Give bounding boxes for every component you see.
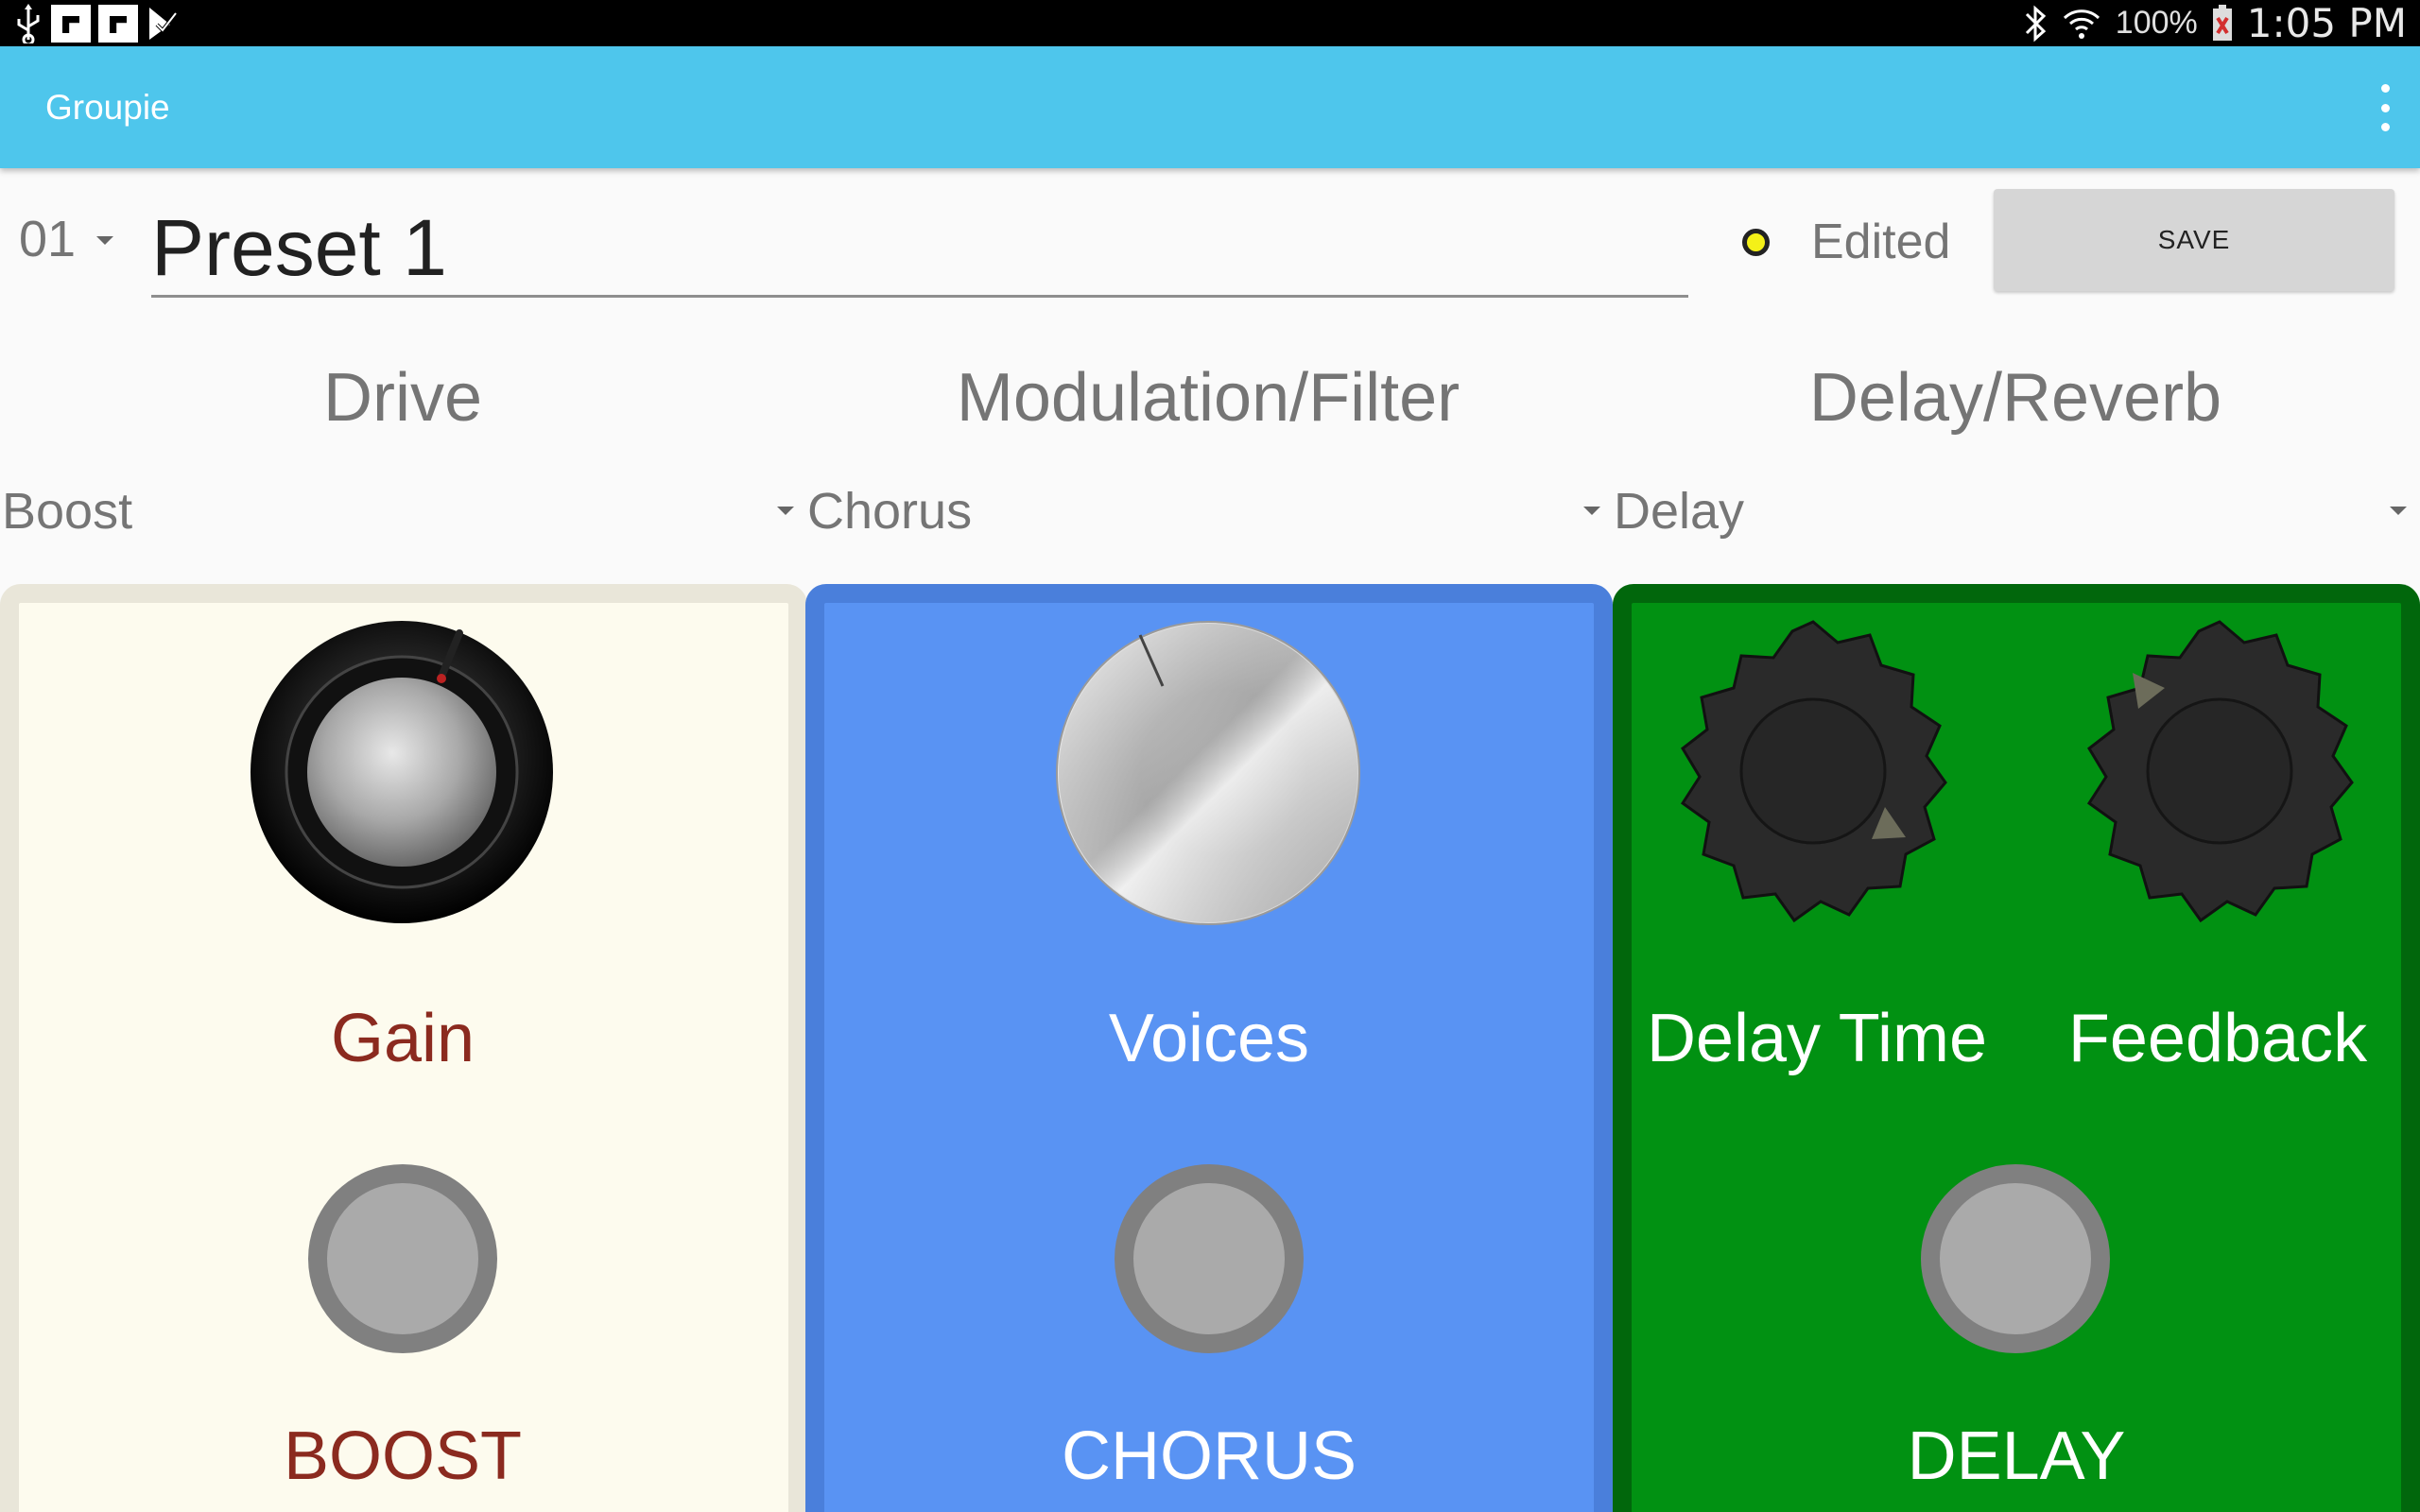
effect-select-value: Delay: [1614, 483, 1745, 540]
preset-name-input[interactable]: Preset 1: [151, 181, 1688, 298]
knob-label-feedback: Feedback: [2067, 1001, 2368, 1076]
knob-label-voices: Voices: [1108, 1001, 1310, 1076]
column-heading-modulation: Modulation/Filter: [956, 360, 1461, 436]
edited-indicator-icon: [1742, 229, 1770, 256]
dropdown-arrow-icon: [2390, 507, 2407, 515]
effect-select-value: Boost: [2, 483, 133, 540]
edited-status: Edited: [1811, 215, 1951, 269]
overflow-menu-icon[interactable]: [2371, 84, 2399, 131]
save-button[interactable]: SAVE: [1994, 189, 2394, 291]
status-bar: 100% 1:05 PM: [0, 0, 2420, 46]
notification-icons: [13, 4, 178, 43]
feedback-knob[interactable]: [2065, 618, 2375, 928]
app-title: Groupie: [45, 88, 170, 127]
gain-knob[interactable]: [250, 620, 554, 924]
wifi-icon: [2063, 9, 2100, 39]
pedal-label-chorus: CHORUS: [1061, 1418, 1357, 1494]
app-notification-icon: [51, 5, 91, 43]
knob-label-delay-time: Delay Time: [1646, 1001, 1988, 1076]
bluetooth-icon: [2025, 5, 2046, 42]
download-done-icon: [149, 8, 178, 40]
pedal-label-boost: BOOST: [283, 1418, 523, 1494]
preset-number: 01: [19, 211, 77, 267]
dropdown-arrow-icon: [777, 507, 794, 515]
app-bar: Groupie: [0, 46, 2420, 168]
chorus-footswitch[interactable]: [1115, 1164, 1304, 1353]
system-icons: 100% 1:05 PM: [2023, 0, 2407, 46]
knob-label-gain: Gain: [330, 1001, 475, 1076]
delay-time-knob[interactable]: [1658, 618, 1968, 928]
column-heading-delay-reverb: Delay/Reverb: [1808, 360, 2222, 436]
column-heading-drive: Drive: [322, 360, 482, 436]
pedal-label-delay: DELAY: [1907, 1418, 2126, 1494]
dropdown-arrow-icon: [1583, 507, 1600, 515]
app-notification-icon: [98, 5, 138, 43]
delay-footswitch[interactable]: [1921, 1164, 2110, 1353]
battery-icon: [2212, 4, 2232, 41]
battery-percent: 100%: [2115, 5, 2198, 41]
dropdown-arrow-icon: [96, 236, 113, 245]
clock: 1:05 PM: [2246, 0, 2407, 46]
voices-knob[interactable]: [1055, 620, 1361, 926]
effect-select-value: Chorus: [807, 483, 973, 540]
usb-icon: [17, 4, 40, 43]
boost-footswitch[interactable]: [308, 1164, 497, 1353]
